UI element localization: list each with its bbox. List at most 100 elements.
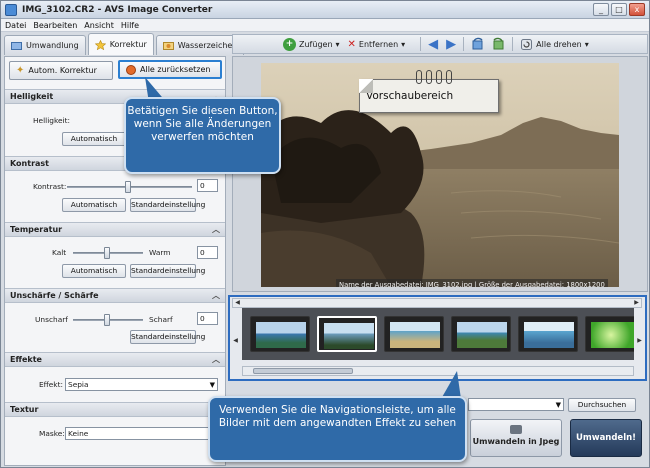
menu-help[interactable]: Hilfe (117, 21, 142, 30)
collapse-icon: ︿ (212, 225, 220, 234)
next-arrow-icon[interactable]: ▶ (446, 38, 456, 51)
menu-edit[interactable]: Bearbeiten (29, 21, 80, 30)
contrast-slider-thumb[interactable] (125, 181, 131, 193)
callout-pointer (441, 371, 461, 399)
contrast-label: Kontrast: (33, 182, 67, 191)
contrast-value-input[interactable]: 0 (197, 179, 218, 192)
tab-correction[interactable]: Korrektur (87, 33, 154, 55)
temperature-section-header[interactable]: Temperatur ︿ (5, 222, 225, 237)
scroll-left-icon[interactable]: ◀ (233, 299, 242, 307)
texture-section-header[interactable]: Textur︿ (5, 402, 225, 417)
binder-ring-icon (446, 70, 452, 84)
temperature-default-button[interactable]: Standardeinstellung (130, 264, 205, 278)
panel-tabs: Umwandlung Korrektur Wasserzeichen (4, 33, 245, 55)
thumbnail[interactable] (518, 316, 578, 352)
sharpness-value-input[interactable]: 0 (197, 312, 218, 325)
chevron-down-icon: ▾ (335, 39, 340, 49)
binder-ring-icon (436, 70, 442, 84)
previous-arrow-icon[interactable]: ◀ (428, 38, 438, 51)
temperature-auto-button[interactable]: Automatisch (62, 264, 126, 278)
navigation-bar: ◀ ▶ ◀ ▶ (228, 295, 647, 381)
contrast-auto-button[interactable]: Automatisch (62, 198, 126, 212)
minimize-button[interactable]: _ (593, 3, 609, 16)
app-icon (5, 3, 17, 16)
reset-callout: Betätigen Sie diesen Button, wenn Sie al… (124, 97, 281, 174)
add-label: Zufügen (299, 39, 333, 49)
menu-file[interactable]: Datei (1, 21, 29, 30)
reset-icon (126, 64, 136, 75)
auto-correct-button[interactable]: ✦ Autom. Korrektur (9, 61, 113, 80)
sharpness-section-header[interactable]: Unschärfe / Schärfe ︿ (5, 288, 225, 303)
collapse-icon: ︿ (212, 291, 220, 300)
chevron-down-icon: ▼ (555, 401, 561, 409)
camera-icon (510, 425, 522, 434)
temperature-cold-label: Kalt (52, 248, 67, 257)
window-controls: _ □ x (593, 3, 645, 16)
scroll-right-icon[interactable]: ▶ (632, 299, 641, 307)
rotate-all-button[interactable]: Alle drehen ▾ (520, 38, 589, 51)
magic-wand-icon: ✦ (16, 65, 25, 76)
mask-select[interactable]: Keine (65, 427, 218, 440)
collapse-icon: ︿ (212, 355, 220, 364)
tab-conversion[interactable]: Umwandlung (4, 35, 86, 55)
window-title: IMG_3102.CR2 - AVS Image Converter (22, 4, 213, 15)
tab-correction-label: Korrektur (109, 40, 147, 49)
thumbnail[interactable] (384, 316, 444, 352)
mask-label: Maske: (39, 429, 65, 438)
sharpness-blur-label: Unscharf (35, 315, 68, 324)
rotate-all-icon (521, 38, 533, 50)
effect-select[interactable]: Sepia ▼ (65, 378, 218, 391)
browse-button[interactable]: Durchsuchen (568, 398, 636, 412)
convert-button[interactable]: Umwandeln! (570, 419, 642, 457)
main-toolbar: + Zufügen ▾ ✕ Entfernen ▾ ◀ ▶ Alle drehe… (232, 34, 648, 54)
sharpness-default-button[interactable]: Standardeinstellung (130, 330, 205, 344)
chevron-down-icon: ▾ (584, 39, 589, 49)
rotate-left-icon[interactable] (471, 37, 485, 51)
binder-ring-icon (426, 70, 432, 84)
close-button[interactable]: x (629, 3, 645, 16)
thumbnail[interactable] (585, 316, 634, 352)
title-bar: IMG_3102.CR2 - AVS Image Converter _ □ x (1, 1, 649, 19)
tab-conversion-label: Umwandlung (26, 41, 79, 50)
page-curl (359, 79, 373, 93)
navigation-callout: Verwenden Sie die Navigationsleiste, um … (208, 396, 467, 462)
thumbnail[interactable] (250, 316, 310, 352)
maximize-button[interactable]: □ (611, 3, 627, 16)
remove-button[interactable]: ✕ Entfernen ▾ (348, 39, 406, 50)
chevron-down-icon: ▾ (401, 39, 406, 49)
binder-ring-icon (416, 70, 422, 84)
menu-view[interactable]: Ansicht (80, 21, 117, 30)
thumbnail-strip (242, 308, 634, 360)
brightness-label: Helligkeit: (33, 116, 70, 125)
effects-section-header[interactable]: Effekte ︿ (5, 352, 225, 367)
temperature-value-input[interactable]: 0 (197, 246, 218, 259)
toolbar-separator (463, 37, 465, 51)
rotate-right-icon[interactable] (491, 37, 505, 51)
brightness-auto-button[interactable]: Automatisch (62, 132, 126, 146)
rotate-all-label: Alle drehen (536, 39, 582, 49)
chevron-down-icon: ▼ (209, 381, 215, 389)
tab-watermark-label: Wasserzeichen (177, 41, 238, 50)
toolbar-separator (420, 37, 422, 51)
watermark-icon (162, 41, 174, 50)
output-folder-select[interactable]: ▼ (468, 398, 564, 411)
toolbar-separator (512, 37, 514, 51)
nav-prev-icon[interactable]: ◀ (231, 337, 240, 345)
temperature-slider-thumb[interactable] (104, 247, 110, 259)
add-button[interactable]: + Zufügen ▾ (283, 37, 340, 51)
contrast-default-button[interactable]: Standardeinstellung (130, 198, 205, 212)
sharpness-slider-thumb[interactable] (104, 314, 110, 326)
add-icon: + (283, 37, 296, 51)
star-icon (94, 39, 106, 50)
thumbnail[interactable] (451, 316, 511, 352)
convert-to-jpeg-button[interactable]: Umwandeln in Jpeg (470, 419, 562, 457)
scroll-thumb[interactable] (253, 368, 353, 374)
thumbnail-selected[interactable] (317, 316, 377, 352)
nav-next-icon[interactable]: ▶ (635, 337, 644, 345)
top-scrollbar[interactable]: ◀ ▶ (232, 298, 642, 308)
preview-area-note: Vorschaubereich (359, 70, 499, 113)
remove-label: Entfernen (358, 39, 399, 49)
output-file-caption: Name der Ausgabedatei: IMG_3102.jpg | Gr… (336, 279, 608, 287)
app-window: IMG_3102.CR2 - AVS Image Converter _ □ x… (0, 0, 650, 468)
remove-icon: ✕ (347, 38, 356, 50)
